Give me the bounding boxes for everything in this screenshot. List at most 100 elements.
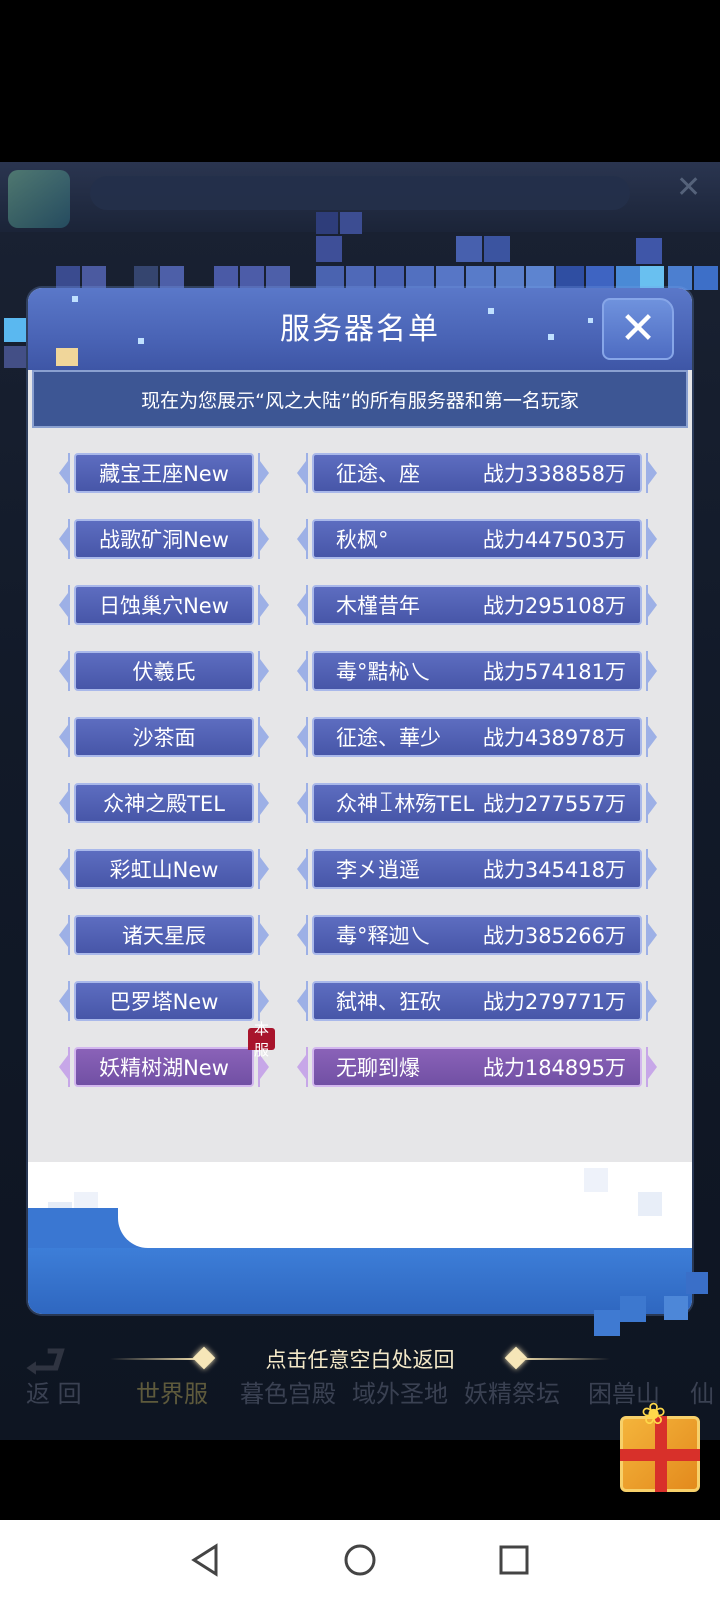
top-player-button-group: 毒°释迦乀 战力385266万 <box>296 912 658 958</box>
server-name-button[interactable]: 藏宝王座New <box>74 453 254 493</box>
server-row: 日蚀巢穴New 木槿昔年 战力295108万 <box>28 582 692 628</box>
left-bracket-icon <box>58 849 70 889</box>
top-player-button[interactable]: 无聊到爆 战力184895万 <box>312 1047 642 1087</box>
top-player-button-group: 无聊到爆 战力184895万 <box>296 1044 658 1090</box>
left-bracket-icon <box>58 915 70 955</box>
left-bracket-icon <box>58 519 70 559</box>
left-bracket-icon <box>296 783 308 823</box>
server-name-button[interactable]: 沙茶面 <box>74 717 254 757</box>
top-player-button[interactable]: 众神ꀤ林殇TEL 战力277557万 <box>312 783 642 823</box>
right-bracket-icon <box>258 519 270 559</box>
top-player-button[interactable]: 弑神、狂砍 战力279771万 <box>312 981 642 1021</box>
system-nav-bar <box>0 1520 720 1600</box>
left-bracket-icon <box>58 981 70 1021</box>
server-name-button[interactable]: 日蚀巢穴New <box>74 585 254 625</box>
left-bracket-icon <box>296 453 308 493</box>
right-bracket-icon <box>258 717 270 757</box>
top-player-button-group: 弑神、狂砍 战力279771万 <box>296 978 658 1024</box>
left-bracket-icon <box>58 1047 70 1087</box>
player-power: 战力295108万 <box>482 594 626 618</box>
server-name-button[interactable]: 巴罗塔New <box>74 981 254 1021</box>
right-bracket-icon <box>646 519 658 559</box>
close-button[interactable]: ✕ <box>602 298 674 360</box>
player-name: 木槿昔年 <box>336 594 420 618</box>
left-bracket-icon <box>296 585 308 625</box>
player-power: 战力338858万 <box>482 462 626 486</box>
top-player-button[interactable]: 毒°释迦乀 战力385266万 <box>312 915 642 955</box>
gift-box-icon[interactable]: ❀ <box>620 1397 700 1492</box>
return-hint[interactable]: 点击任意空白处返回 <box>0 1330 720 1390</box>
top-player-button-group: 毒°黠杺乀 战力574181万 <box>296 648 658 694</box>
server-button-group: 伏羲氏 <box>58 648 270 694</box>
background-title-bar <box>90 176 630 210</box>
right-bracket-icon <box>646 453 658 493</box>
server-name-button[interactable]: 战歌矿洞New <box>74 519 254 559</box>
right-bracket-icon <box>258 915 270 955</box>
top-player-button[interactable]: 征途、座 战力338858万 <box>312 453 642 493</box>
right-bracket-icon <box>646 651 658 691</box>
server-name-button[interactable]: 妖精树湖New <box>74 1047 254 1087</box>
server-name-button[interactable]: 众神之殿TEL <box>74 783 254 823</box>
right-bracket-icon <box>258 981 270 1021</box>
left-bracket-icon <box>58 585 70 625</box>
close-x-icon: ✕ <box>619 303 657 354</box>
recents-square-icon[interactable] <box>494 1540 534 1580</box>
player-name: 无聊到爆 <box>336 1056 420 1080</box>
right-bracket-icon <box>258 453 270 493</box>
background-cube-icon <box>8 170 70 228</box>
right-bracket-icon <box>646 783 658 823</box>
server-row: 藏宝王座New 征途、座 战力338858万 <box>28 450 692 496</box>
top-player-button[interactable]: 秋枫° 战力447503万 <box>312 519 642 559</box>
server-button-group: 巴罗塔New <box>58 978 270 1024</box>
right-bracket-icon <box>646 849 658 889</box>
subtitle-text: 现在为您展示“风之大陆”的所有服务器和第一名玩家 <box>141 389 579 412</box>
right-bracket-icon <box>646 1047 658 1087</box>
right-bracket-icon <box>646 717 658 757</box>
left-bracket-icon <box>296 849 308 889</box>
left-bracket-icon <box>296 981 308 1021</box>
left-bracket-icon <box>58 651 70 691</box>
left-bracket-icon <box>296 915 308 955</box>
right-bracket-icon <box>646 915 658 955</box>
return-hint-text: 点击任意空白处返回 <box>265 1348 455 1372</box>
server-name-button[interactable]: 彩虹山New <box>74 849 254 889</box>
player-power: 战力385266万 <box>482 924 626 948</box>
top-player-button-group: 木槿昔年 战力295108万 <box>296 582 658 628</box>
right-bracket-icon <box>646 981 658 1021</box>
left-bracket-icon <box>58 453 70 493</box>
top-player-button[interactable]: 征途、華少 战力438978万 <box>312 717 642 757</box>
home-circle-icon[interactable] <box>340 1540 380 1580</box>
right-bracket-icon <box>258 849 270 889</box>
server-button-group: 沙茶面 <box>58 714 270 760</box>
server-name-button[interactable]: 伏羲氏 <box>74 651 254 691</box>
current-server-badge: 本服 <box>248 1020 276 1059</box>
player-name: 李㐅逍遥 <box>336 858 420 882</box>
server-list-modal: 服务器名单 ✕ 现在为您展示“风之大陆”的所有服务器和第一名玩家 藏宝王座New… <box>28 288 692 1314</box>
server-row: 伏羲氏 毒°黠杺乀 战力574181万 <box>28 648 692 694</box>
top-player-button[interactable]: 木槿昔年 战力295108万 <box>312 585 642 625</box>
top-player-button-group: 征途、華少 战力438978万 <box>296 714 658 760</box>
right-bracket-icon <box>258 585 270 625</box>
top-player-button[interactable]: 李㐅逍遥 战力345418万 <box>312 849 642 889</box>
server-button-group: 诸天星辰 <box>58 912 270 958</box>
player-name: 秋枫° <box>336 528 389 552</box>
server-button-group: 众神之殿TEL <box>58 780 270 826</box>
server-button-group: 战歌矿洞New <box>58 516 270 562</box>
modal-header: 服务器名单 ✕ <box>28 288 692 370</box>
player-power: 战力277557万 <box>482 792 626 816</box>
back-triangle-icon[interactable] <box>186 1540 226 1580</box>
left-bracket-icon <box>58 783 70 823</box>
server-row: 众神之殿TEL 众神ꀤ林殇TEL 战力277557万 <box>28 780 692 826</box>
player-power: 战力438978万 <box>482 726 626 750</box>
left-bracket-icon <box>296 1047 308 1087</box>
player-power: 战力184895万 <box>482 1056 626 1080</box>
subtitle-bar: 现在为您展示“风之大陆”的所有服务器和第一名玩家 <box>32 370 688 428</box>
left-bracket-icon <box>296 651 308 691</box>
right-bracket-icon <box>646 585 658 625</box>
right-bracket-icon <box>258 651 270 691</box>
top-player-button[interactable]: 毒°黠杺乀 战力574181万 <box>312 651 642 691</box>
left-bracket-icon <box>296 717 308 757</box>
top-player-button-group: 李㐅逍遥 战力345418万 <box>296 846 658 892</box>
server-name-button[interactable]: 诸天星辰 <box>74 915 254 955</box>
server-row: 妖精树湖New 本服无聊到爆 战力184895万 <box>28 1020 692 1090</box>
